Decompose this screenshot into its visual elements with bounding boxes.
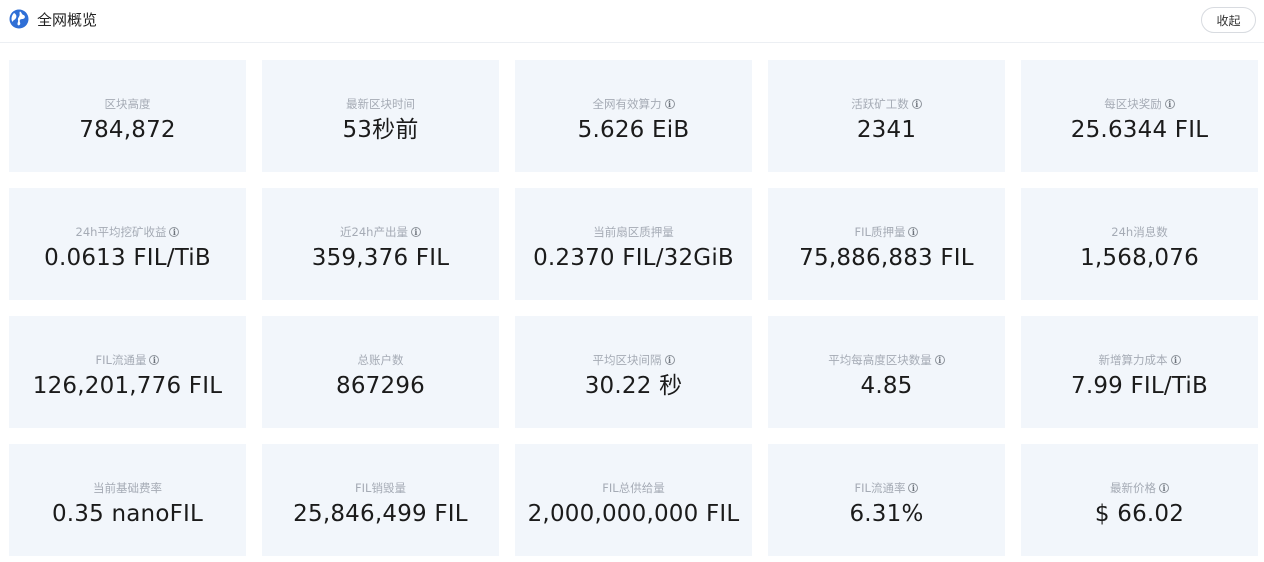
stat-card: 平均区块间隔 i 30.22 秒 (515, 316, 752, 428)
stat-card: FIL销毁量 25,846,499 FIL (262, 444, 499, 556)
stat-label-row: FIL质押量 i (768, 224, 1005, 240)
stat-label-row: 当前扇区质押量 (515, 224, 752, 240)
stat-label: 全网有效算力 (592, 97, 662, 111)
globe-icon (9, 9, 29, 29)
stat-value: 4.85 (860, 373, 913, 399)
stat-label-row: 最新价格 i (1021, 480, 1258, 496)
stat-label-row: 24h平均挖矿收益 i (9, 224, 246, 240)
stat-card: 活跃矿工数 i 2341 (768, 60, 1005, 172)
stat-label: 区块高度 (104, 97, 151, 111)
stat-value: 53秒前 (342, 117, 419, 143)
stat-value: 75,886,883 FIL (799, 245, 974, 271)
stat-label-row: 总账户数 (262, 352, 499, 368)
stat-value: 5.626 EiB (577, 117, 690, 143)
stat-card: FIL流通率 i 6.31% (768, 444, 1005, 556)
stat-label: 平均每高度区块数量 (828, 353, 932, 367)
stat-label-row: 平均区块间隔 i (515, 352, 752, 368)
stat-value: 0.35 nanoFIL (51, 501, 204, 527)
stat-card: 总账户数 867296 (262, 316, 499, 428)
stat-label: 当前扇区质押量 (593, 225, 674, 239)
stat-label-row: 区块高度 (9, 96, 246, 112)
stat-card: FIL总供给量 2,000,000,000 FIL (515, 444, 752, 556)
stat-card: 近24h产出量 i 359,376 FIL (262, 188, 499, 300)
stat-label: 最新区块时间 (346, 97, 415, 111)
stat-label: FIL总供给量 (602, 481, 665, 495)
stat-label-row: 新增算力成本 i (1021, 352, 1258, 368)
stat-value: 126,201,776 FIL (32, 373, 223, 399)
info-icon[interactable]: i (1159, 483, 1169, 493)
info-icon[interactable]: i (664, 355, 675, 365)
stat-label: 24h平均挖矿收益 (75, 225, 167, 239)
stat-label: 最新价格 (1110, 481, 1156, 495)
stat-label: FIL质押量 (854, 225, 906, 239)
stat-label: 24h消息数 (1111, 225, 1168, 239)
stat-label-row: 活跃矿工数 i (768, 96, 1005, 112)
stat-label-row: FIL流通量 i (9, 352, 246, 368)
stat-value: 2,000,000,000 FIL (527, 501, 740, 527)
stat-value: 7.99 FIL/TiB (1070, 373, 1208, 399)
info-icon[interactable]: i (911, 99, 922, 109)
stat-label: 近24h产出量 (340, 225, 408, 239)
stat-label: 活跃矿工数 (851, 97, 909, 111)
stat-label: FIL销毁量 (355, 481, 406, 495)
stat-label-row: 24h消息数 (1021, 224, 1258, 240)
stat-label: 平均区块间隔 (592, 353, 662, 367)
stat-card: 当前扇区质押量 0.2370 FIL/32GiB (515, 188, 752, 300)
stat-value: 784,872 (79, 117, 176, 143)
stat-value: 6.31% (849, 501, 924, 527)
stat-card: 每区块奖励 i 25.6344 FIL (1021, 60, 1258, 172)
info-icon[interactable]: i (664, 99, 675, 109)
stat-label: 当前基础费率 (93, 481, 162, 495)
stat-card: 最新价格 i $ 66.02 (1021, 444, 1258, 556)
stat-card: 新增算力成本 i 7.99 FIL/TiB (1021, 316, 1258, 428)
stat-label-row: 平均每高度区块数量 i (768, 352, 1005, 368)
info-icon[interactable]: i (1170, 355, 1181, 365)
stats-grid: 区块高度 784,872 最新区块时间 53秒前 全网有效算力 i 5.626 EiB 活跃矿… (9, 60, 1258, 556)
stat-label-row: 最新区块时间 (262, 96, 499, 112)
stat-value: 25,846,499 FIL (293, 501, 468, 527)
info-icon[interactable]: i (410, 227, 421, 237)
info-icon[interactable]: i (908, 227, 919, 237)
info-icon[interactable]: i (149, 355, 160, 365)
stat-value: $ 66.02 (1094, 501, 1185, 527)
stat-value: 0.0613 FIL/TiB (44, 245, 211, 271)
page-header: 全网概览 收起 (0, 0, 1264, 43)
stat-value: 0.2370 FIL/32GiB (533, 245, 734, 271)
info-icon[interactable]: i (934, 355, 945, 365)
stat-label: 总账户数 (357, 353, 404, 367)
stat-label: FIL流通率 (854, 481, 906, 495)
stat-value: 867296 (336, 373, 425, 399)
stat-label-row: 当前基础费率 (9, 480, 246, 496)
stat-card: FIL质押量 i 75,886,883 FIL (768, 188, 1005, 300)
stat-card: 当前基础费率 0.35 nanoFIL (9, 444, 246, 556)
stat-label: 新增算力成本 (1098, 353, 1168, 367)
stat-card: 24h平均挖矿收益 i 0.0613 FIL/TiB (9, 188, 246, 300)
info-icon[interactable]: i (169, 227, 180, 237)
stat-card: FIL流通量 i 126,201,776 FIL (9, 316, 246, 428)
info-icon[interactable]: i (1164, 99, 1175, 109)
stat-value: 359,376 FIL (311, 245, 450, 271)
info-icon[interactable]: i (908, 483, 919, 493)
stat-value: 30.22 秒 (584, 373, 683, 399)
stat-card: 最新区块时间 53秒前 (262, 60, 499, 172)
stat-card: 24h消息数 1,568,076 (1021, 188, 1258, 300)
stat-label: FIL流通量 (95, 353, 147, 367)
stat-value: 2341 (856, 117, 917, 143)
stat-label-row: 全网有效算力 i (515, 96, 752, 112)
stat-label-row: FIL流通率 i (768, 480, 1005, 496)
stat-label-row: FIL总供给量 (515, 480, 752, 496)
page-title: 全网概览 (37, 11, 98, 29)
stat-label-row: 每区块奖励 i (1021, 96, 1258, 112)
stat-value: 1,568,076 (1080, 245, 1199, 271)
stat-card: 区块高度 784,872 (9, 60, 246, 172)
stat-label: 每区块奖励 (1104, 97, 1162, 111)
stat-label-row: 近24h产出量 i (262, 224, 499, 240)
stat-label-row: FIL销毁量 (262, 480, 499, 496)
collapse-button[interactable]: 收起 (1201, 7, 1256, 33)
stat-card: 全网有效算力 i 5.626 EiB (515, 60, 752, 172)
stat-value: 25.6344 FIL (1070, 117, 1209, 143)
stat-card: 平均每高度区块数量 i 4.85 (768, 316, 1005, 428)
